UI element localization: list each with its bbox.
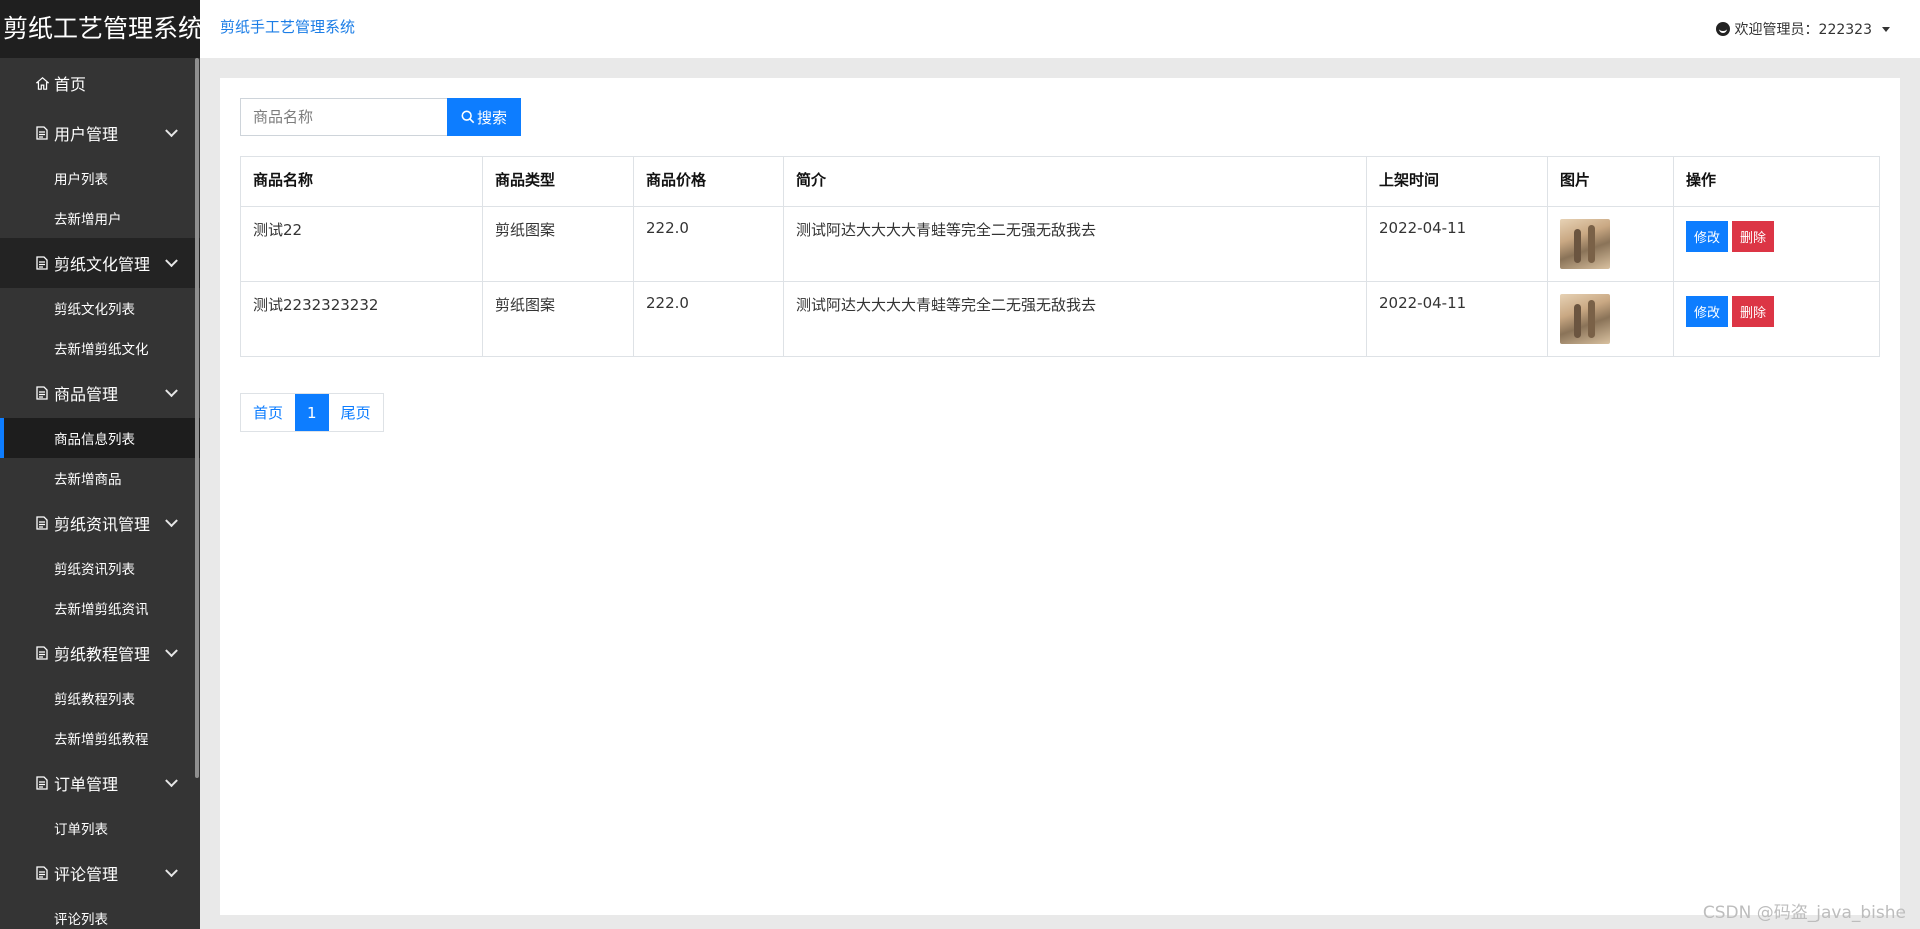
search-button[interactable]: 搜索	[447, 98, 521, 136]
sidebar-item-comment-list[interactable]: 评论列表	[0, 898, 200, 929]
product-thumbnail[interactable]	[1560, 219, 1610, 269]
sidebar-group-label: 剪纸文化管理	[54, 255, 151, 274]
sidebar-scrollbar[interactable]	[195, 58, 199, 778]
top-header: 剪纸手工艺管理系统 欢迎管理员：222323	[200, 0, 1920, 58]
sidebar-item-goods-list[interactable]: 商品信息列表	[0, 418, 200, 458]
table-header-row: 商品名称 商品类型 商品价格 简介 上架时间 图片 操作	[240, 156, 1880, 207]
cell-date: 2022-04-11	[1366, 281, 1548, 357]
sidebar-item-order-list[interactable]: 订单列表	[0, 808, 200, 848]
sidebar-item-add-culture[interactable]: 去新增剪纸文化	[0, 328, 200, 368]
sidebar-item-culture-list[interactable]: 剪纸文化列表	[0, 288, 200, 328]
search-icon	[461, 110, 475, 124]
col-date: 上架时间	[1366, 156, 1548, 207]
cell-image	[1547, 281, 1674, 357]
sidebar-item-add-news[interactable]: 去新增剪纸资讯	[0, 588, 200, 628]
goods-table: 商品名称 商品类型 商品价格 简介 上架时间 图片 操作 测试22 剪纸图案 2…	[240, 156, 1880, 357]
cell-price: 222.0	[633, 206, 784, 282]
edit-button[interactable]: 修改	[1686, 221, 1729, 252]
chevron-down-icon	[165, 384, 178, 398]
table-row: 测试2232323232 剪纸图案 222.0 测试阿达大大大大青蛙等完全二无强…	[240, 281, 1880, 357]
sidebar-group-comment[interactable]: 评论管理	[0, 848, 200, 898]
col-image: 图片	[1547, 156, 1674, 207]
sidebar-group-goods[interactable]: 商品管理	[0, 368, 200, 418]
sidebar-group-label: 剪纸资讯管理	[54, 515, 151, 534]
header-title-link[interactable]: 剪纸手工艺管理系统	[220, 16, 355, 37]
sidebar-item-home[interactable]: 首页	[0, 58, 200, 108]
sidebar-item-add-tutorial[interactable]: 去新增剪纸教程	[0, 718, 200, 758]
watermark: CSDN @码盗_java_bishe	[1702, 903, 1906, 923]
sidebar-group-label: 用户管理	[54, 125, 119, 144]
file-icon	[34, 126, 50, 140]
file-icon	[34, 646, 50, 660]
sidebar-item-tutorial-list[interactable]: 剪纸教程列表	[0, 678, 200, 718]
sidebar-group-label: 商品管理	[54, 385, 119, 404]
col-intro: 简介	[783, 156, 1367, 207]
cell-name: 测试2232323232	[240, 281, 483, 357]
pagination: 首页 1 尾页	[240, 393, 384, 432]
page-current[interactable]: 1	[295, 394, 329, 431]
sidebar-group-label: 剪纸教程管理	[54, 645, 151, 664]
brand-title: 剪纸工艺管理系统	[0, 0, 200, 58]
chevron-down-icon	[165, 124, 178, 138]
sidebar-group-user[interactable]: 用户管理	[0, 108, 200, 158]
chevron-down-icon	[165, 644, 178, 658]
sidebar-group-label: 订单管理	[54, 775, 119, 794]
cell-type: 剪纸图案	[482, 281, 634, 357]
page-first[interactable]: 首页	[241, 394, 295, 431]
file-icon	[34, 256, 50, 270]
cell-type: 剪纸图案	[482, 206, 634, 282]
user-greeting: 欢迎管理员：222323	[1734, 22, 1872, 38]
search-button-label: 搜索	[476, 109, 507, 127]
sidebar-group-order[interactable]: 订单管理	[0, 758, 200, 808]
page-last[interactable]: 尾页	[329, 394, 383, 431]
col-type: 商品类型	[482, 156, 634, 207]
delete-button[interactable]: 删除	[1732, 296, 1775, 327]
col-name: 商品名称	[240, 156, 483, 207]
file-icon	[34, 516, 50, 530]
caret-down-icon	[1882, 26, 1890, 32]
chevron-down-icon	[165, 514, 178, 528]
main-panel: 搜索 商品名称 商品类型 商品价格 简介 上架时间 图片 操作 测试22 剪纸图…	[220, 78, 1900, 915]
file-icon	[34, 776, 50, 790]
cell-actions: 修改 删除	[1673, 281, 1880, 357]
sidebar-item-news-list[interactable]: 剪纸资讯列表	[0, 548, 200, 588]
cell-intro: 测试阿达大大大大青蛙等完全二无强无敌我去	[783, 281, 1367, 357]
sidebar-group-label: 评论管理	[54, 865, 119, 884]
chevron-down-icon	[165, 254, 178, 268]
sidebar-item-add-user[interactable]: 去新增用户	[0, 198, 200, 238]
home-icon	[34, 76, 50, 90]
file-icon	[34, 386, 50, 400]
cell-intro: 测试阿达大大大大青蛙等完全二无强无敌我去	[783, 206, 1367, 282]
chevron-down-icon	[165, 864, 178, 878]
cell-name: 测试22	[240, 206, 483, 282]
sidebar-item-label: 首页	[54, 75, 87, 94]
file-icon	[34, 866, 50, 880]
sidebar-group-culture[interactable]: 剪纸文化管理	[0, 238, 200, 288]
delete-button[interactable]: 删除	[1732, 221, 1775, 252]
sidebar-group-tutorial[interactable]: 剪纸教程管理	[0, 628, 200, 678]
smile-icon	[1715, 22, 1730, 36]
cell-image	[1547, 206, 1674, 282]
cell-price: 222.0	[633, 281, 784, 357]
cell-actions: 修改 删除	[1673, 206, 1880, 282]
sidebar-group-news[interactable]: 剪纸资讯管理	[0, 498, 200, 548]
table-row: 测试22 剪纸图案 222.0 测试阿达大大大大青蛙等完全二无强无敌我去 202…	[240, 206, 1880, 282]
sidebar-item-user-list[interactable]: 用户列表	[0, 158, 200, 198]
col-price: 商品价格	[633, 156, 784, 207]
search-bar: 搜索	[240, 98, 521, 136]
edit-button[interactable]: 修改	[1686, 296, 1729, 327]
search-input[interactable]	[240, 98, 447, 136]
sidebar-item-add-goods[interactable]: 去新增商品	[0, 458, 200, 498]
sidebar: 剪纸工艺管理系统 首页 用户管理 用户列表 去新增用户 剪纸文化管理 剪纸文化列…	[0, 0, 200, 929]
sidebar-menu: 首页 用户管理 用户列表 去新增用户 剪纸文化管理 剪纸文化列表 去新增剪纸文化…	[0, 58, 200, 929]
col-actions: 操作	[1673, 156, 1880, 207]
chevron-down-icon	[165, 774, 178, 788]
cell-date: 2022-04-11	[1366, 206, 1548, 282]
user-menu[interactable]: 欢迎管理员：222323	[1715, 19, 1890, 39]
product-thumbnail[interactable]	[1560, 294, 1610, 344]
